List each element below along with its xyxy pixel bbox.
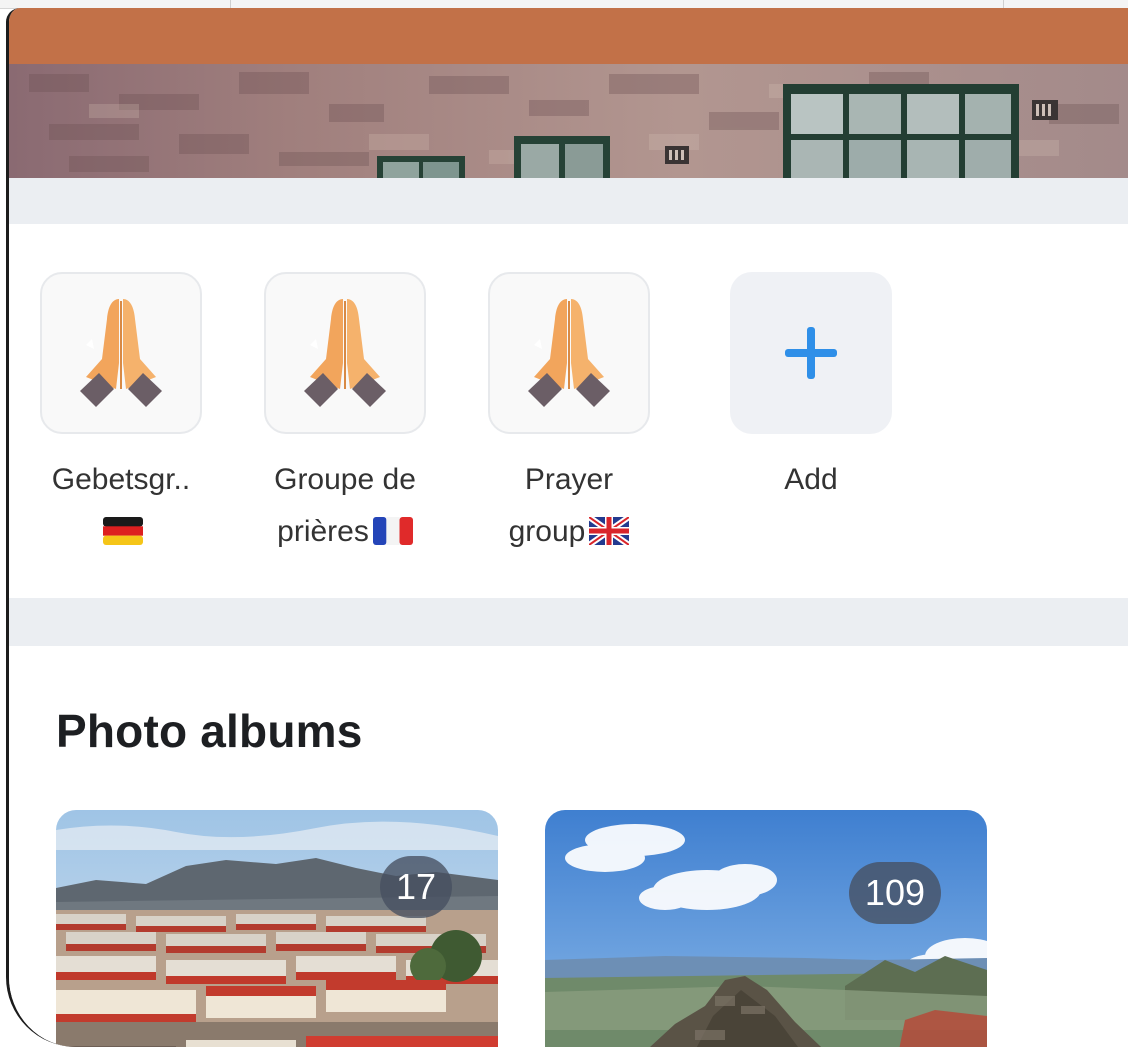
group-label: Groupe de prières	[260, 454, 430, 558]
france-flag-icon	[372, 517, 413, 545]
groups-row: Gebetsgr.. Groupe de prières Prayer grou…	[9, 224, 1128, 598]
cover-photo[interactable]	[9, 64, 1128, 178]
group-tile[interactable]	[264, 272, 426, 434]
uk-flag-icon	[589, 517, 630, 545]
plus-icon	[785, 327, 837, 379]
folded-hands-icon	[80, 299, 162, 407]
photo-count-badge: 109	[848, 862, 941, 924]
add-group-button[interactable]: Add	[726, 272, 896, 506]
add-group-tile[interactable]	[730, 272, 892, 434]
group-name-line1: Prayer	[524, 463, 614, 496]
folded-hands-icon	[304, 299, 386, 407]
group-label: Gebetsgr..	[36, 454, 206, 558]
cover-photo-image	[9, 64, 1128, 178]
group-name-line1: Gebetsgr..	[51, 463, 191, 496]
status-bar	[9, 8, 1128, 64]
phone-screen: Gebetsgr.. Groupe de prières Prayer grou…	[6, 8, 1128, 1047]
germany-flag-icon	[103, 517, 143, 545]
group-item-groupe-de-prieres[interactable]: Groupe de prières	[260, 272, 430, 558]
section-divider	[9, 178, 1128, 224]
group-item-prayer-group[interactable]: Prayer group	[484, 272, 654, 558]
group-tile[interactable]	[488, 272, 650, 434]
section-divider	[9, 598, 1128, 646]
album-cover-mountain-image	[545, 810, 987, 1047]
group-label: Prayer group	[484, 454, 654, 558]
group-name-line1: Groupe de	[274, 463, 416, 496]
photo-count-badge: 17	[379, 856, 452, 918]
add-group-label: Add	[726, 454, 896, 506]
photo-albums-title: Photo albums	[56, 705, 363, 757]
photo-albums-section: Photo albums 17 109	[9, 646, 1128, 1047]
tab-divider	[1003, 0, 1004, 8]
group-tile[interactable]	[40, 272, 202, 434]
group-name-line2: group	[508, 515, 586, 548]
tab-divider	[230, 0, 231, 8]
folded-hands-icon	[528, 299, 610, 407]
group-item-gebetsgruppe[interactable]: Gebetsgr..	[36, 272, 206, 558]
add-label: Add	[784, 463, 838, 496]
photo-album-card[interactable]: 109	[545, 810, 987, 1047]
photo-album-card[interactable]: 17	[56, 810, 498, 1047]
group-name-line2: prières	[277, 515, 369, 548]
album-cover-township-image	[56, 810, 498, 1047]
